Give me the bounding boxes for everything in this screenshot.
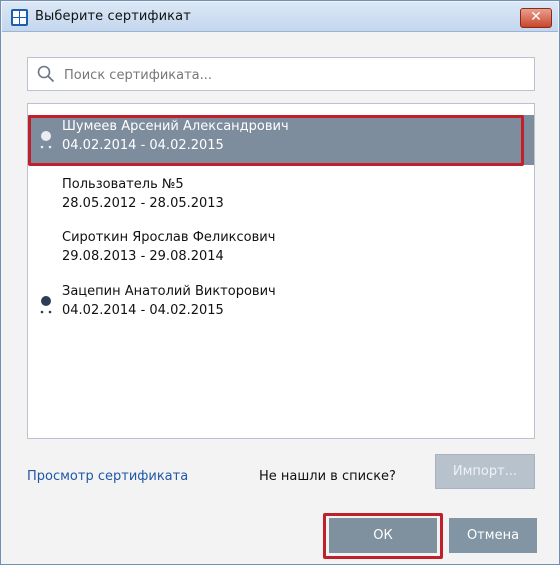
title-bar[interactable]: Выберите сертификат ✕	[2, 2, 558, 32]
certificate-item[interactable]: Зацепин Анатолий Викторович 04.02.2014 -…	[28, 280, 534, 330]
search-input[interactable]	[64, 64, 524, 86]
certificate-list[interactable]: Шумеев Арсений Александрович 04.02.2014 …	[27, 103, 535, 439]
search-icon	[37, 65, 55, 83]
cancel-button[interactable]: Отмена	[449, 518, 537, 553]
certificate-dates: 28.05.2012 - 28.05.2013	[62, 196, 224, 211]
close-icon: ✕	[530, 9, 542, 25]
selection-highlight-frame	[28, 115, 524, 166]
app-icon	[11, 9, 28, 26]
search-box[interactable]	[27, 57, 535, 91]
view-certificate-link[interactable]: Просмотр сертификата	[27, 469, 188, 484]
certificate-dates: 29.08.2013 - 29.08.2014	[62, 249, 224, 264]
certificate-item[interactable]: Пользователь №5 28.05.2012 - 28.05.2013	[28, 173, 534, 223]
person-icon	[40, 296, 52, 314]
not-found-label: Не нашли в списке?	[259, 469, 396, 484]
certificate-item[interactable]: Сироткин Ярослав Феликсович 29.08.2013 -…	[28, 226, 534, 276]
certificate-dates: 04.02.2014 - 04.02.2015	[62, 303, 224, 318]
certificate-name: Сироткин Ярослав Феликсович	[62, 230, 276, 245]
dialog-title: Выберите сертификат	[35, 9, 191, 24]
certificate-name: Зацепин Анатолий Викторович	[62, 284, 276, 299]
certificate-dialog: Выберите сертификат ✕ Шумеев Арсений Але…	[0, 0, 560, 565]
import-button[interactable]: Импорт...	[435, 454, 535, 489]
close-button[interactable]: ✕	[520, 8, 552, 28]
ok-highlight-frame	[323, 513, 443, 559]
certificate-name: Пользователь №5	[62, 177, 184, 192]
